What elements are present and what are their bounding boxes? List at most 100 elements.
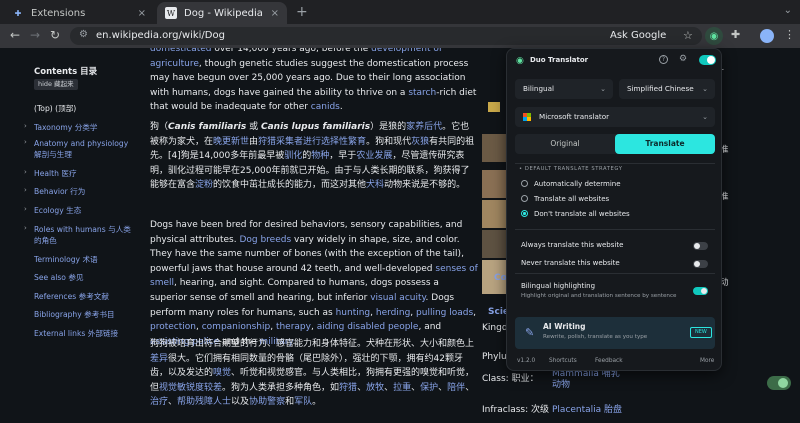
menu-icon[interactable]: ⋮	[784, 28, 795, 41]
infobox-image[interactable]	[482, 230, 506, 258]
article-link[interactable]: 农业发展	[356, 151, 392, 161]
tab-dog-wikipedia[interactable]: W Dog - Wikipedia ×	[157, 2, 287, 24]
toc-hide-button[interactable]: hide 藏起来	[34, 79, 78, 90]
article-link[interactable]: 陪伴	[447, 383, 465, 393]
article-text: 狗（	[150, 122, 169, 132]
toc-item-top[interactable]: (Top) (顶部)	[34, 103, 134, 114]
article-link[interactable]: visual acuity	[370, 293, 425, 303]
article-link[interactable]: domesticated	[150, 48, 211, 54]
chevron-right-icon[interactable]: ›	[24, 224, 27, 232]
new-tab-button[interactable]: +	[296, 4, 308, 20]
extensions-icon[interactable]: ✚	[731, 28, 740, 41]
article-link[interactable]: 视觉敏锐度较差	[159, 383, 222, 393]
gear-icon[interactable]: ⚙	[679, 54, 687, 64]
close-icon[interactable]: ×	[138, 8, 146, 19]
toc-item-references[interactable]: References 参考文献	[34, 291, 134, 302]
article-link[interactable]: therapy	[276, 322, 311, 332]
close-icon[interactable]: ×	[271, 8, 279, 19]
toc-item-bibliography[interactable]: Bibliography 参考书目	[34, 309, 134, 320]
chevron-right-icon[interactable]: ›	[24, 122, 27, 130]
toc-item-behavior[interactable]: Behavior 行为	[34, 186, 134, 197]
article-link[interactable]: 军队	[294, 397, 312, 407]
ask-google-button[interactable]: Ask Google	[610, 30, 666, 41]
article-link[interactable]: canids	[311, 102, 340, 112]
back-icon[interactable]: ←	[10, 28, 20, 42]
infobox-image[interactable]	[488, 102, 500, 112]
reload-icon[interactable]: ↻	[50, 28, 60, 42]
radio-auto[interactable]: Automatically determine	[521, 180, 621, 188]
feedback-link[interactable]: Feedback	[595, 358, 623, 364]
chevron-right-icon[interactable]: ›	[24, 138, 27, 146]
article-link[interactable]: 狩猎采集者进行选择性繁育	[258, 137, 366, 147]
chevron-right-icon[interactable]: ›	[24, 186, 27, 194]
article-link[interactable]: herding	[376, 308, 410, 318]
segment-original[interactable]: Original	[515, 134, 615, 154]
article-link[interactable]: 狩猎	[339, 383, 357, 393]
infraclass-value-link[interactable]: Placentalia 胎盘	[552, 402, 622, 415]
article-link[interactable]: 协助警察	[249, 397, 285, 407]
article-link[interactable]: 治疗	[150, 397, 168, 407]
enable-switch[interactable]	[699, 55, 716, 65]
bookmark-star-icon[interactable]: ☆	[683, 29, 693, 42]
mode-select[interactable]: Bilingual ⌄	[515, 79, 613, 99]
toc-item-external-links[interactable]: External links 外部链接	[34, 328, 134, 339]
more-link[interactable]: More	[700, 358, 714, 364]
article-link[interactable]: 差异	[150, 354, 168, 364]
radio-dont-translate[interactable]: Don't translate all websites	[521, 210, 630, 218]
article-link[interactable]: 驯化	[284, 151, 302, 161]
chevron-right-icon[interactable]: ›	[24, 205, 27, 213]
target-language-select[interactable]: Simplified Chinese ⌄	[619, 79, 715, 99]
never-translate-toggle[interactable]	[693, 260, 708, 268]
article-link[interactable]: aiding disabled people	[317, 322, 419, 332]
toc-item-health[interactable]: Health 医疗	[34, 168, 134, 179]
tab-extensions[interactable]: ✚ Extensions ×	[4, 2, 154, 24]
toc-item-roles[interactable]: Roles with humans 与人类的角色	[34, 224, 134, 246]
address-bar[interactable]: ⚙ en.wikipedia.org/wiki/Dog Ask Google ☆	[70, 27, 702, 45]
article-link[interactable]: starch	[408, 88, 436, 98]
url-text[interactable]: en.wikipedia.org/wiki/Dog	[96, 30, 225, 41]
bilingual-highlighting-toggle[interactable]	[693, 287, 708, 295]
radio-translate-all[interactable]: Translate all websites	[521, 195, 609, 203]
profile-avatar[interactable]	[760, 29, 774, 43]
article-link[interactable]: 帮助残障人士	[177, 397, 231, 407]
article-text: 、	[465, 382, 475, 393]
site-info-icon[interactable]: ⚙	[79, 29, 88, 40]
chevron-right-icon[interactable]: ›	[24, 168, 27, 176]
article-link[interactable]: 晚更新世	[213, 137, 249, 147]
forward-icon[interactable]: →	[30, 28, 40, 42]
article-link[interactable]: 嗅觉	[213, 368, 231, 378]
popup-header: ◉ Duo Translator ? ⚙	[507, 49, 723, 71]
infobox-image[interactable]	[482, 200, 506, 228]
toc-item-see-also[interactable]: See also 参见	[34, 272, 134, 283]
article-link[interactable]: companionship	[202, 322, 270, 332]
article-link[interactable]: 保护	[420, 383, 438, 393]
article-link[interactable]: hunting	[336, 308, 371, 318]
article-link[interactable]: 灰狼	[411, 137, 429, 147]
article-link[interactable]: 物种	[311, 151, 329, 161]
article-link[interactable]: protection	[150, 322, 196, 332]
toc-item-ecology[interactable]: Ecology 生态	[34, 205, 134, 216]
tab-search-icon[interactable]: ⌄	[784, 5, 792, 16]
help-icon[interactable]: ?	[659, 55, 668, 64]
translator-select[interactable]: Microsoft translator ⌄	[515, 107, 715, 127]
article-link[interactable]: 犬科	[366, 180, 384, 190]
article-link[interactable]: 拉重	[393, 383, 411, 393]
segment-translate[interactable]: Translate	[615, 134, 715, 154]
ai-writing-card[interactable]: ✎ AI Writing Rewrite, polish, translate …	[515, 317, 715, 349]
infobox-image[interactable]	[482, 134, 506, 162]
always-translate-toggle[interactable]	[693, 242, 708, 250]
article-link[interactable]: pulling loads	[416, 308, 473, 318]
toc-item-terminology[interactable]: Terminology 术语	[34, 254, 134, 265]
article-link[interactable]: Dog breeds	[239, 235, 291, 245]
toc-item-anatomy[interactable]: Anatomy and physiology 解剖与生理	[34, 138, 134, 160]
article-text: 动物来说是不够的。	[384, 180, 466, 191]
class-value-link[interactable]: Mammalia 哺乳动物	[552, 369, 622, 391]
toc-item-taxonomy[interactable]: Taxonomy 分类学	[34, 122, 134, 133]
article-link[interactable]: 家养后代	[406, 122, 442, 132]
duo-translator-extension-icon[interactable]: ◉	[705, 27, 723, 45]
infobox-image[interactable]	[482, 170, 506, 198]
article-link[interactable]: 放牧	[366, 383, 384, 393]
page-toggle[interactable]	[767, 376, 791, 390]
article-link[interactable]: 淀粉	[195, 180, 213, 190]
shortcuts-link[interactable]: Shortcuts	[549, 358, 577, 364]
